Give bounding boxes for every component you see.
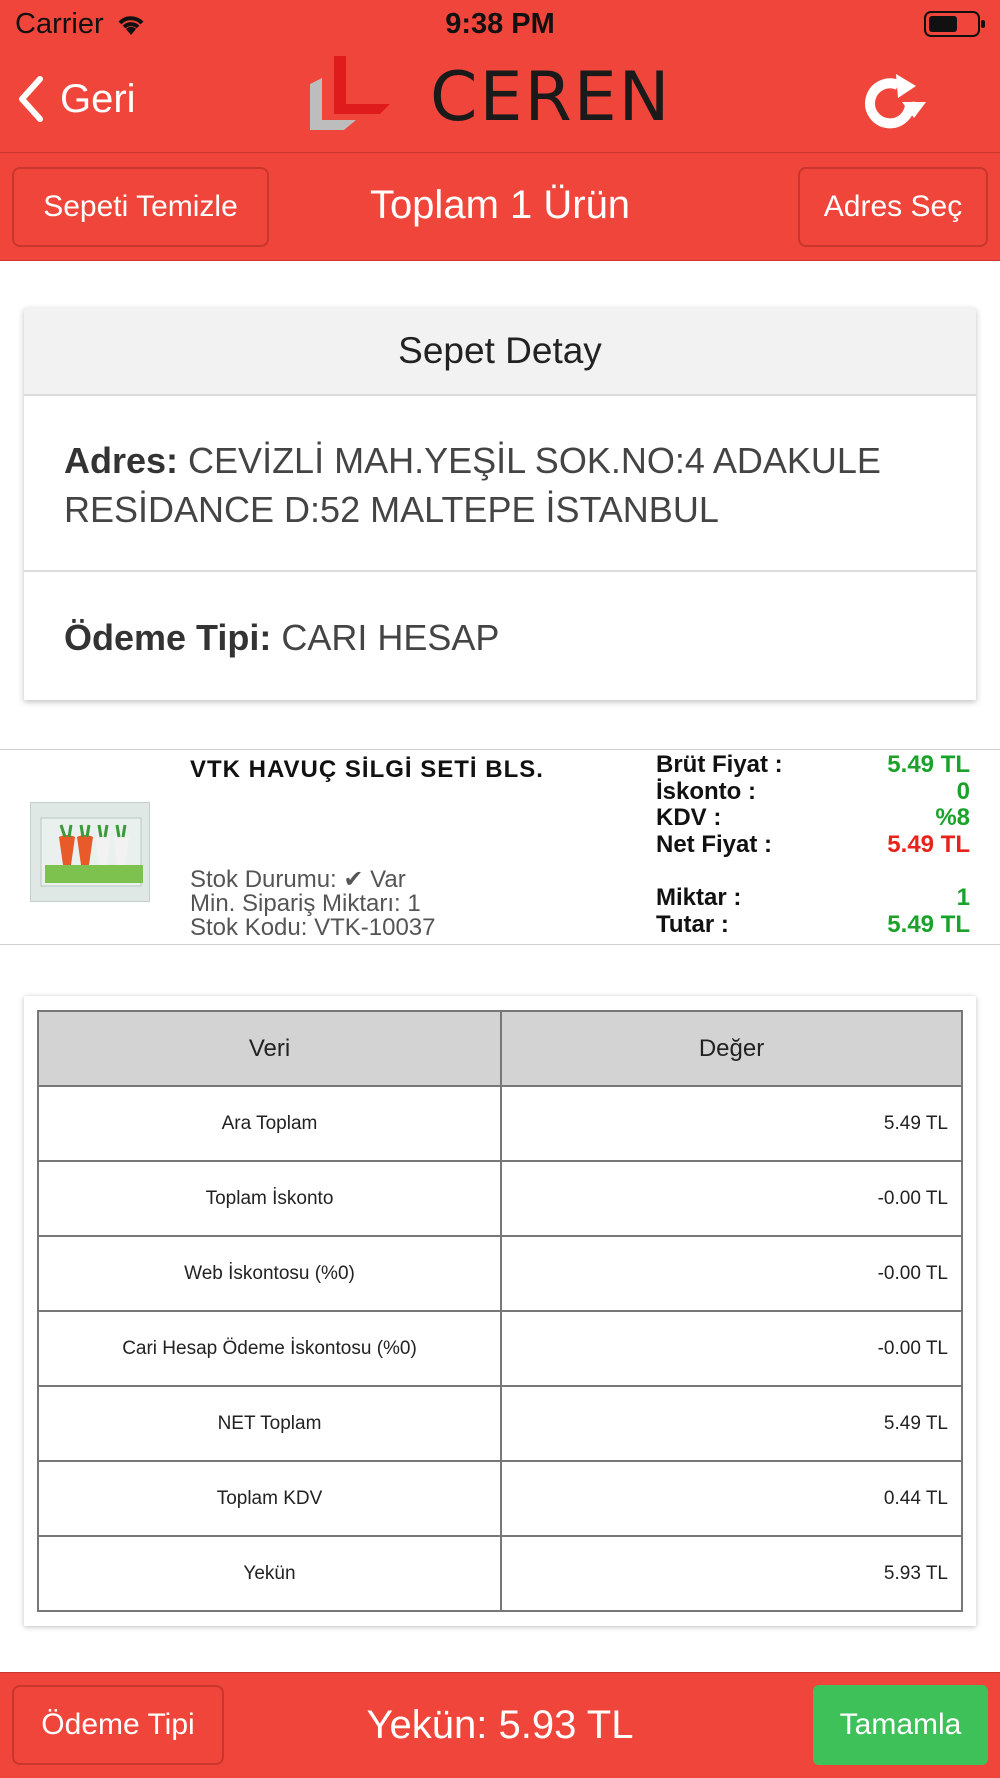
checkout-bar: Ödeme Tipi Yekün: 5.93 TL Tamamla bbox=[0, 1672, 1000, 1778]
address-label: Adres: bbox=[64, 440, 179, 481]
product-meta: Stok Durumu: ✔ Var Min. Sipariş Miktarı:… bbox=[190, 868, 435, 940]
column-header-veri: Veri bbox=[37, 1010, 502, 1087]
clock: 9:38 PM bbox=[445, 8, 555, 40]
detail-card-title: Sepet Detay bbox=[24, 308, 976, 396]
row-value: -0.00 TL bbox=[500, 1160, 963, 1237]
row-value: -0.00 TL bbox=[500, 1310, 963, 1387]
discount-value: 0 bbox=[956, 777, 970, 805]
vat-value: %8 bbox=[935, 804, 970, 831]
cart-item[interactable]: VTK HAVUÇ SİLGİ SETİ BLS. Stok Durumu: ✔… bbox=[0, 749, 1000, 945]
table-header-row: Veri Değer bbox=[37, 1010, 963, 1087]
row-value: -0.00 TL bbox=[500, 1235, 963, 1312]
chevron-left-icon bbox=[19, 76, 43, 122]
price-details: Brüt Fiyat : 5.49 TL İskonto : 0 KDV : %8 N… bbox=[656, 751, 970, 938]
gross-price-value: 5.49 TL bbox=[887, 751, 970, 778]
stock-code: Stok Kodu: VTK-10037 bbox=[190, 914, 436, 941]
amount-label: Tutar : bbox=[656, 910, 729, 938]
address-row: Adres: CEVİZLİ MAH.YEŞİL SOK.NO:4 ADAKUL… bbox=[24, 396, 976, 572]
status-bar: Carrier 9:38 PM bbox=[0, 0, 1000, 50]
row-key: Cari Hesap Ödeme İskontosu (%0) bbox=[37, 1310, 502, 1387]
net-price-value: 5.49 TL bbox=[887, 830, 970, 858]
payment-type-row: Ödeme Tipi: CARI HESAP bbox=[24, 572, 976, 662]
clear-cart-button[interactable]: Sepeti Temizle bbox=[12, 167, 269, 247]
quantity-value: 1 bbox=[956, 884, 970, 911]
product-name: VTK HAVUÇ SİLGİ SETİ BLS. bbox=[190, 756, 544, 783]
row-key: Yekün bbox=[37, 1535, 502, 1612]
table-row: Cari Hesap Ödeme İskontosu (%0) -0.00 TL bbox=[37, 1310, 963, 1387]
discount-label: İskonto : bbox=[656, 777, 756, 805]
net-price-label: Net Fiyat : bbox=[656, 830, 773, 858]
vat-label: KDV : bbox=[656, 804, 722, 831]
row-key: NET Toplam bbox=[37, 1385, 502, 1462]
row-value: 5.49 TL bbox=[500, 1085, 963, 1162]
table-row: NET Toplam 5.49 TL bbox=[37, 1385, 963, 1462]
cart-detail-card: Sepet Detay Adres: CEVİZLİ MAH.YEŞİL SOK… bbox=[24, 308, 976, 700]
logo-text: CEREN bbox=[430, 57, 672, 137]
payment-type-label: Ödeme Tipi: bbox=[64, 617, 272, 658]
table-row: Yekün 5.93 TL bbox=[37, 1535, 963, 1612]
row-value: 5.93 TL bbox=[500, 1535, 963, 1612]
row-key: Toplam KDV bbox=[37, 1460, 502, 1537]
cart-toolbar: Sepeti Temizle Toplam 1 Ürün Adres Seç bbox=[0, 153, 1000, 261]
top-header: Carrier 9:38 PM Geri CEREN bbox=[0, 0, 1000, 153]
table-row: Toplam İskonto -0.00 TL bbox=[37, 1160, 963, 1237]
complete-order-button[interactable]: Tamamla bbox=[813, 1685, 988, 1765]
table-row: Ara Toplam 5.49 TL bbox=[37, 1085, 963, 1162]
stock-status: Stok Durumu: ✔ Var bbox=[190, 866, 406, 893]
back-button[interactable]: Geri bbox=[16, 75, 136, 123]
quantity-label: Miktar : bbox=[656, 884, 742, 911]
select-address-button[interactable]: Adres Seç bbox=[798, 167, 988, 247]
navigation-bar: Geri CEREN bbox=[0, 50, 1000, 153]
address-value: CEVİZLİ MAH.YEŞİL SOK.NO:4 ADAKULE RESİD… bbox=[64, 440, 881, 530]
product-image bbox=[30, 802, 150, 902]
row-key: Toplam İskonto bbox=[37, 1160, 502, 1237]
brand-logo: CEREN bbox=[310, 52, 672, 142]
column-header-deger: Değer bbox=[500, 1010, 963, 1087]
table-row: Web İskontosu (%0) -0.00 TL bbox=[37, 1235, 963, 1312]
battery-icon bbox=[924, 11, 985, 37]
gross-price-label: Brüt Fiyat : bbox=[656, 751, 783, 778]
row-value: 0.44 TL bbox=[500, 1460, 963, 1537]
row-key: Web İskontosu (%0) bbox=[37, 1235, 502, 1312]
table-row: Toplam KDV 0.44 TL bbox=[37, 1460, 963, 1537]
payment-type-button[interactable]: Ödeme Tipi bbox=[12, 1685, 224, 1765]
summary-card: Veri Değer Ara Toplam 5.49 TL Toplam İsko… bbox=[24, 996, 976, 1626]
row-value: 5.49 TL bbox=[500, 1385, 963, 1462]
row-key: Ara Toplam bbox=[37, 1085, 502, 1162]
refresh-icon[interactable] bbox=[858, 72, 928, 136]
payment-type-value: CARI HESAP bbox=[281, 617, 500, 658]
summary-table: Veri Değer Ara Toplam 5.49 TL Toplam İsko… bbox=[37, 1010, 963, 1612]
amount-value: 5.49 TL bbox=[887, 910, 970, 938]
min-order-quantity: Min. Sipariş Miktarı: 1 bbox=[190, 890, 421, 917]
back-label: Geri bbox=[60, 76, 136, 121]
ceren-logo-mark bbox=[310, 56, 390, 130]
